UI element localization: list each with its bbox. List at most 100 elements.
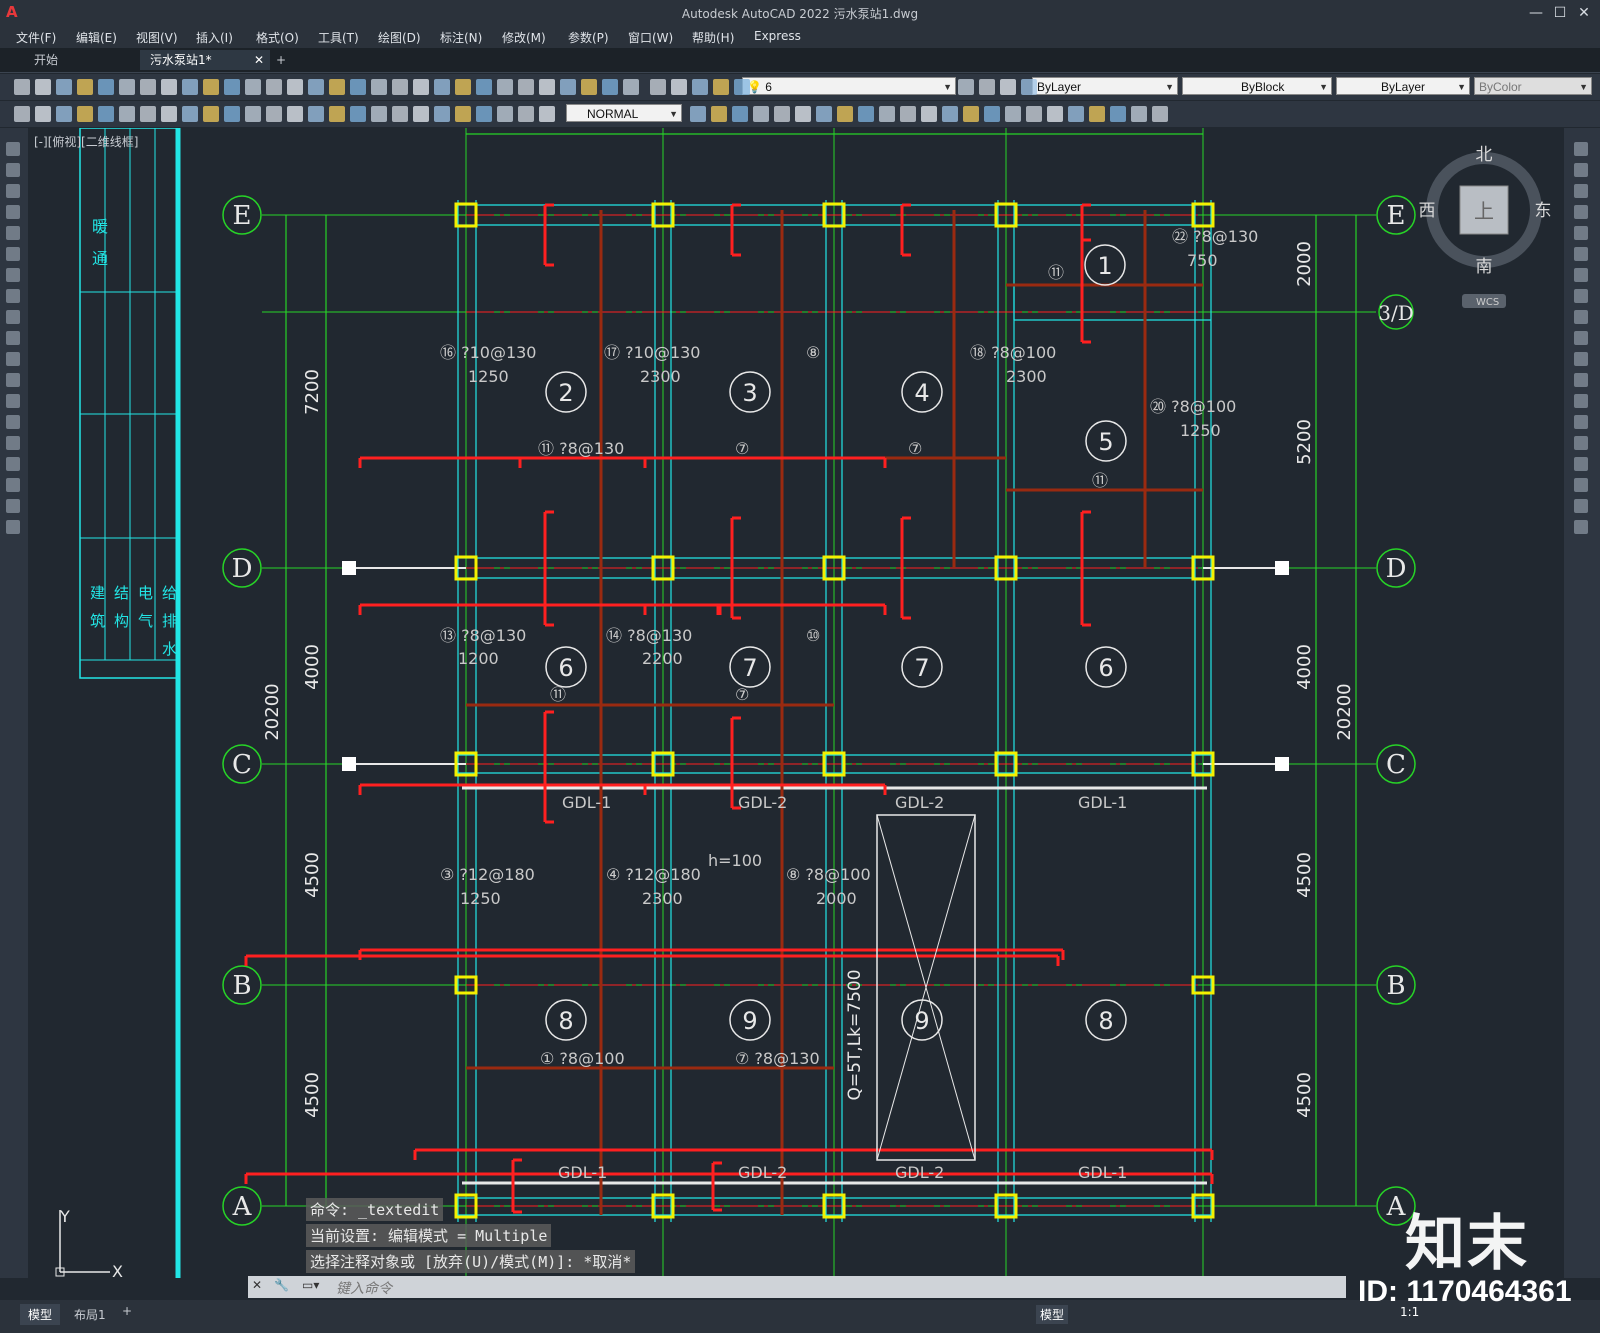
- tool-icon[interactable]: [6, 478, 20, 492]
- tool-icon[interactable]: [539, 106, 555, 122]
- tool-icon[interactable]: [713, 79, 729, 95]
- tool-icon[interactable]: [6, 499, 20, 513]
- tool-icon[interactable]: [1574, 394, 1588, 408]
- tool-icon[interactable]: [350, 79, 366, 95]
- tool-icon[interactable]: [308, 106, 324, 122]
- tool-icon[interactable]: [6, 268, 20, 282]
- tool-icon[interactable]: [1574, 457, 1588, 471]
- tool-icon[interactable]: [35, 79, 51, 95]
- tool-icon[interactable]: [6, 373, 20, 387]
- tab-drawing[interactable]: 污水泵站1* ✕: [140, 50, 270, 70]
- command-line[interactable]: ✕ 🔧 ▭▾ 键入命令: [248, 1276, 1346, 1298]
- tool-icon[interactable]: [329, 106, 345, 122]
- menu-item-12[interactable]: Express: [754, 29, 801, 43]
- plotstyle-dropdown[interactable]: ByColor ▼: [1474, 77, 1592, 95]
- tool-icon[interactable]: [1005, 106, 1021, 122]
- tool-icon[interactable]: [900, 106, 916, 122]
- cmd-recent-icon[interactable]: ▭▾: [302, 1278, 319, 1292]
- tab-close-icon[interactable]: ✕: [254, 50, 264, 70]
- tool-icon[interactable]: [119, 106, 135, 122]
- tool-icon[interactable]: [1131, 106, 1147, 122]
- tool-icon[interactable]: [1574, 331, 1588, 345]
- tool-icon[interactable]: [6, 184, 20, 198]
- tool-icon[interactable]: [392, 79, 408, 95]
- tool-icon[interactable]: [837, 106, 853, 122]
- tool-icon[interactable]: [1068, 106, 1084, 122]
- tool-icon[interactable]: [287, 106, 303, 122]
- tool-icon[interactable]: [1089, 106, 1105, 122]
- tool-icon[interactable]: [497, 106, 513, 122]
- tool-icon[interactable]: [539, 79, 555, 95]
- tab-start[interactable]: 开始: [24, 50, 68, 70]
- tool-icon[interactable]: [858, 106, 874, 122]
- cmd-customize-icon[interactable]: 🔧: [274, 1278, 289, 1292]
- tool-icon[interactable]: [1574, 226, 1588, 240]
- menu-item-0[interactable]: 文件(F): [16, 29, 56, 46]
- tool-icon[interactable]: [6, 163, 20, 177]
- tool-icon[interactable]: [455, 79, 471, 95]
- tool-icon[interactable]: [1574, 247, 1588, 261]
- tool-icon[interactable]: [984, 106, 1000, 122]
- tool-icon[interactable]: [1574, 268, 1588, 282]
- tool-icon[interactable]: [182, 79, 198, 95]
- tool-icon[interactable]: [1574, 415, 1588, 429]
- tool-icon[interactable]: [650, 79, 666, 95]
- tool-icon[interactable]: [1574, 478, 1588, 492]
- tool-icon[interactable]: [732, 106, 748, 122]
- tool-icon[interactable]: [518, 79, 534, 95]
- tool-icon[interactable]: [6, 520, 20, 534]
- menu-item-6[interactable]: 绘图(D): [378, 29, 421, 46]
- tool-icon[interactable]: [14, 79, 30, 95]
- tool-icon[interactable]: [1021, 79, 1037, 95]
- tool-icon[interactable]: [734, 79, 750, 95]
- tool-icon[interactable]: [6, 310, 20, 324]
- new-tab-button[interactable]: +: [266, 50, 296, 70]
- tab-model[interactable]: 模型: [20, 1304, 61, 1325]
- tool-icon[interactable]: [1000, 79, 1016, 95]
- tool-icon[interactable]: [245, 79, 261, 95]
- tool-icon[interactable]: [560, 79, 576, 95]
- tool-icon[interactable]: [1574, 436, 1588, 450]
- tool-icon[interactable]: [371, 106, 387, 122]
- tool-icon[interactable]: [1574, 373, 1588, 387]
- tool-icon[interactable]: [392, 106, 408, 122]
- tool-icon[interactable]: [476, 106, 492, 122]
- tool-icon[interactable]: [203, 106, 219, 122]
- tool-icon[interactable]: [1574, 289, 1588, 303]
- tool-icon[interactable]: [224, 79, 240, 95]
- menu-item-4[interactable]: 格式(O): [256, 29, 299, 46]
- menu-item-5[interactable]: 工具(T): [318, 29, 359, 46]
- maximize-icon[interactable]: ☐: [1550, 3, 1570, 23]
- tool-icon[interactable]: [287, 79, 303, 95]
- tool-icon[interactable]: [350, 106, 366, 122]
- tool-icon[interactable]: [98, 106, 114, 122]
- tool-icon[interactable]: [455, 106, 471, 122]
- tool-icon[interactable]: [816, 106, 832, 122]
- tool-icon[interactable]: [161, 79, 177, 95]
- tool-icon[interactable]: [1574, 352, 1588, 366]
- tool-icon[interactable]: [1574, 310, 1588, 324]
- tool-icon[interactable]: [958, 79, 974, 95]
- tool-icon[interactable]: [1574, 520, 1588, 534]
- tool-icon[interactable]: [753, 106, 769, 122]
- tool-icon[interactable]: [6, 415, 20, 429]
- tool-icon[interactable]: [711, 106, 727, 122]
- tool-icon[interactable]: [6, 226, 20, 240]
- tool-icon[interactable]: [35, 106, 51, 122]
- tool-icon[interactable]: [879, 106, 895, 122]
- layer-dropdown[interactable]: 💡 6 ▼: [742, 77, 956, 95]
- menu-item-10[interactable]: 窗口(W): [628, 29, 673, 46]
- tool-icon[interactable]: [413, 79, 429, 95]
- tool-icon[interactable]: [1574, 184, 1588, 198]
- tab-layout1[interactable]: 布局1: [66, 1304, 114, 1325]
- lineweight-dropdown[interactable]: ByLayer ▼: [1336, 77, 1470, 95]
- tool-icon[interactable]: [602, 79, 618, 95]
- menu-item-7[interactable]: 标注(N): [440, 29, 482, 46]
- tool-icon[interactable]: [518, 106, 534, 122]
- tool-icon[interactable]: [581, 79, 597, 95]
- tool-icon[interactable]: [140, 79, 156, 95]
- tool-icon[interactable]: [1047, 106, 1063, 122]
- tool-icon[interactable]: [497, 79, 513, 95]
- viewport-controls[interactable]: [-][俯视][二维线框]: [34, 133, 138, 150]
- tool-icon[interactable]: [266, 79, 282, 95]
